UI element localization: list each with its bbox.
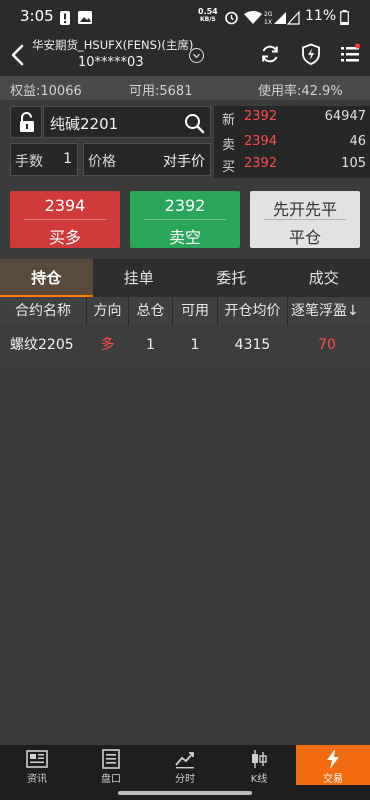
svg-text:2G: 2G [264, 11, 273, 18]
account-id: 10*****03 [78, 55, 144, 70]
home-gesture-handle[interactable] [118, 791, 252, 795]
available-stat: 可用:5681 [129, 84, 193, 99]
ask-row: 卖 2394 46 [222, 134, 366, 153]
lock-button[interactable] [10, 106, 42, 138]
ask-volume: 46 [349, 134, 366, 149]
candlestick-icon [252, 750, 267, 768]
price-value[interactable]: 对手价 [163, 151, 205, 171]
status-bar: 3:05 0.54 KB/S 2G 1X 11% [0, 0, 370, 34]
contract-symbol-value: 纯碱2201 [50, 115, 119, 133]
menu-list-icon[interactable] [339, 43, 361, 65]
cellular-signal-icon: 2G 1X [264, 10, 300, 25]
last-price: 2392 [244, 109, 278, 124]
col-total[interactable]: 总仓 [129, 297, 172, 326]
sell-label: 卖空 [168, 228, 201, 247]
buy-long-button[interactable]: 2394 买多 [10, 191, 120, 248]
bid-volume: 105 [341, 156, 366, 171]
row-floating-pnl: 70 [318, 337, 336, 353]
svg-text:1X: 1X [264, 19, 272, 25]
alert-notification-icon [60, 11, 70, 25]
quantity-field[interactable]: 手数 1 [10, 143, 78, 176]
tab-orders[interactable]: 委托 [185, 259, 278, 297]
ask-price: 2394 [244, 134, 278, 149]
table-row[interactable]: 螺纹2205 多 1 1 4315 70 [0, 326, 370, 365]
refresh-icon[interactable] [259, 43, 281, 65]
bottom-nav: 资讯 盘口 分时 K线 交易 [0, 745, 370, 785]
status-time: 3:05 [20, 7, 54, 25]
buy-price: 2394 [44, 196, 86, 215]
battery-percent: 11% [305, 8, 337, 24]
account-switch-chevron-icon[interactable] [189, 48, 204, 63]
positions-table-header: 合约名称 方向 总仓 可用 开仓均价 逐笔浮盈↓ [0, 297, 370, 326]
col-available[interactable]: 可用 [173, 297, 217, 326]
records-tabs: 持仓 挂单 委托 成交 [0, 259, 370, 297]
sort-down-icon: ↓ [347, 303, 359, 319]
last-volume: 64947 [324, 109, 366, 124]
gesture-bar [0, 785, 370, 800]
nav-timeshare[interactable]: 分时 [148, 745, 222, 785]
nav-news[interactable]: 资讯 [0, 745, 74, 785]
battery-icon [340, 10, 349, 25]
price-label: 价格 [88, 154, 116, 170]
news-icon [26, 750, 48, 768]
col-floating-pnl[interactable]: 逐笔浮盈↓ [288, 297, 370, 326]
close-position-button[interactable]: 先开先平 平仓 [250, 191, 360, 248]
last-price-row: 新 2392 64947 [222, 109, 366, 128]
back-arrow-icon[interactable] [8, 42, 28, 68]
bid-row: 买 2392 105 [222, 156, 366, 175]
price-field[interactable]: 价格 对手价 [83, 143, 211, 176]
col-direction[interactable]: 方向 [87, 297, 128, 326]
wifi-icon [244, 11, 262, 24]
row-avg-open: 4315 [234, 337, 271, 353]
row-total: 1 [146, 337, 155, 353]
buy-label: 买多 [48, 228, 81, 247]
close-label: 平仓 [288, 228, 321, 247]
line-chart-icon [175, 752, 194, 769]
quantity-value[interactable]: 1 [63, 151, 72, 167]
account-stats-bar: 权益:10066 可用:5681 使用率:42.9% [0, 76, 370, 100]
image-notification-icon [78, 11, 92, 24]
row-direction: 多 [100, 337, 115, 353]
unlock-icon [20, 112, 34, 132]
nav-orderbook[interactable]: 盘口 [74, 745, 148, 785]
net-speed: 0.54 KB/S [198, 7, 218, 24]
nav-kline[interactable]: K线 [222, 745, 296, 785]
row-contract: 螺纹2205 [10, 337, 74, 353]
quantity-label: 手数 [15, 154, 43, 170]
nav-trade[interactable]: 交易 [296, 745, 370, 785]
sell-price: 2392 [164, 196, 206, 215]
usage-rate-stat: 使用率:42.9% [258, 84, 343, 99]
search-icon[interactable] [183, 112, 205, 134]
col-contract[interactable]: 合约名称 [0, 297, 86, 326]
tab-trades[interactable]: 成交 [278, 259, 370, 297]
app-header: 华安期货_HSUFX(FENS)(主席) 10*****03 [0, 34, 370, 76]
orderbook-icon [102, 749, 120, 769]
quote-panel: 新 2392 64947 卖 2394 46 买 2392 105 [214, 106, 370, 178]
sell-short-button[interactable]: 2392 卖空 [130, 191, 240, 248]
account-name: 华安期货_HSUFX(FENS)(主席) [32, 38, 194, 52]
alarm-icon [225, 11, 238, 25]
bid-price: 2392 [244, 156, 278, 171]
equity-stat: 权益:10066 [10, 84, 82, 99]
tab-pending-orders[interactable]: 挂单 [93, 259, 186, 297]
lightning-icon [327, 749, 339, 769]
col-avg-open[interactable]: 开仓均价 [218, 297, 287, 326]
close-mode: 先开先平 [272, 200, 337, 219]
row-available: 1 [190, 337, 200, 353]
tab-positions[interactable]: 持仓 [0, 259, 93, 297]
contract-symbol-input[interactable]: 纯碱2201 [43, 106, 211, 138]
flash-order-icon[interactable] [300, 43, 322, 65]
